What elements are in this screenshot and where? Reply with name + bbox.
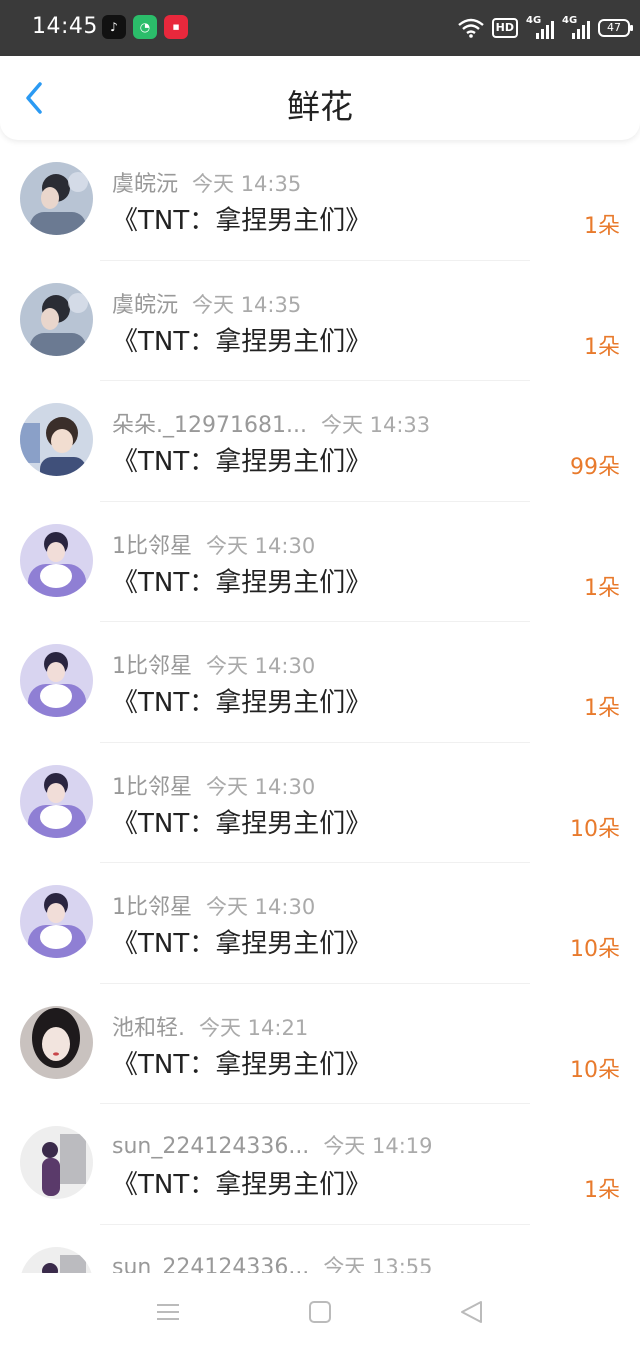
flower-count: 1朵 bbox=[584, 575, 620, 601]
list-item[interactable]: sun_224124336... 今天 13:55 bbox=[0, 1225, 640, 1274]
item-time: 今天 14:35 bbox=[192, 172, 302, 196]
item-time: 今天 14:33 bbox=[320, 413, 431, 437]
menu-button[interactable] bbox=[153, 1297, 183, 1327]
user-name[interactable]: 1比邻星 bbox=[112, 534, 192, 559]
list-item[interactable]: 虞皖沅 今天 14:35 《TNT：拿捏男主们》 1朵 bbox=[0, 261, 640, 381]
flower-count: 1朵 bbox=[584, 334, 620, 360]
item-time: 今天 14:30 bbox=[206, 533, 316, 558]
list-item[interactable]: sun_224124336... 今天 14:19 《TNT：拿捏男主们》 1朵 bbox=[0, 1104, 640, 1225]
page-title: 鲜花 bbox=[287, 87, 353, 126]
user-name[interactable]: 朵朵._12971681... bbox=[112, 413, 307, 438]
flower-count: 10朵 bbox=[570, 1057, 620, 1083]
list-item[interactable]: 朵朵._12971681... 今天 14:33 《TNT：拿捏男主们》 99朵 bbox=[0, 381, 640, 502]
menu-icon bbox=[157, 1304, 179, 1320]
tiktok-icon: ♪ bbox=[102, 15, 126, 39]
user-name[interactable]: 1比邻星 bbox=[112, 654, 192, 679]
list-item[interactable]: 1比邻星 今天 14:30 《TNT：拿捏男主们》 10朵 bbox=[0, 743, 640, 863]
user-name[interactable]: 虞皖沅 bbox=[112, 293, 178, 318]
app-red-icon: ■ bbox=[164, 15, 188, 39]
home-square-icon bbox=[309, 1301, 331, 1323]
wifi-icon bbox=[457, 18, 484, 38]
avatar[interactable] bbox=[20, 523, 93, 597]
avatar[interactable] bbox=[20, 282, 93, 356]
avatar[interactable] bbox=[20, 403, 93, 476]
avatar[interactable] bbox=[20, 1246, 93, 1273]
user-name[interactable]: 1比邻星 bbox=[112, 895, 192, 920]
flower-count: 1朵 bbox=[584, 1178, 620, 1203]
status-time: 14:45 bbox=[32, 14, 98, 39]
flower-count: 99朵 bbox=[570, 455, 620, 480]
avatar[interactable] bbox=[20, 1126, 93, 1199]
user-name[interactable]: 虞皖沅 bbox=[112, 172, 178, 197]
item-time: 今天 13:55 bbox=[323, 1254, 433, 1274]
avatar[interactable] bbox=[20, 885, 93, 958]
book-title: 《TNT：拿捏男主们》 bbox=[112, 808, 372, 839]
back-nav-button[interactable] bbox=[456, 1297, 486, 1327]
book-title: 《TNT：拿捏男主们》 bbox=[112, 326, 372, 357]
app-green-icon: ◔ bbox=[133, 15, 157, 39]
hd-icon: HD bbox=[491, 18, 518, 38]
list-item[interactable]: 池和轻. 今天 14:21 《TNT：拿捏男主们》 10朵 bbox=[0, 984, 640, 1104]
item-time: 今天 14:19 bbox=[323, 1134, 433, 1158]
flower-count: 1朵 bbox=[584, 214, 620, 239]
book-title: 《TNT：拿捏男主们》 bbox=[112, 929, 372, 959]
back-triangle-icon bbox=[461, 1301, 482, 1323]
battery-icon: 47 bbox=[598, 19, 633, 37]
item-time: 今天 14:30 bbox=[206, 774, 316, 799]
book-title: 《TNT：拿捏男主们》 bbox=[112, 688, 372, 718]
book-title: 《TNT：拿捏男主们》 bbox=[112, 206, 372, 236]
signal-icon-2: 4G bbox=[562, 15, 590, 39]
flower-count: 10朵 bbox=[570, 816, 620, 842]
flower-count: 1朵 bbox=[584, 696, 620, 721]
book-title: 《TNT：拿捏男主们》 bbox=[112, 1049, 372, 1080]
book-title: 《TNT：拿捏男主们》 bbox=[112, 567, 372, 598]
list-item[interactable]: 1比邻星 今天 14:30 《TNT：拿捏男主们》 1朵 bbox=[0, 622, 640, 743]
user-name[interactable]: 1比邻星 bbox=[112, 775, 192, 800]
avatar[interactable] bbox=[20, 764, 93, 838]
system-nav-bar bbox=[0, 1273, 640, 1351]
flower-count: 10朵 bbox=[570, 937, 620, 962]
avatar[interactable] bbox=[20, 644, 93, 717]
header: 鲜花 bbox=[0, 56, 640, 140]
home-button[interactable] bbox=[305, 1297, 335, 1327]
list-item[interactable]: 1比邻星 今天 14:30 《TNT：拿捏男主们》 1朵 bbox=[0, 502, 640, 622]
flower-list: 虞皖沅 今天 14:35 《TNT：拿捏男主们》 1朵 虞皖沅 今天 14:35 《… bbox=[0, 140, 640, 1273]
signal-icon: 4G bbox=[526, 15, 554, 39]
item-time: 今天 14:21 bbox=[199, 1015, 309, 1040]
avatar[interactable] bbox=[20, 1005, 93, 1079]
item-time: 今天 14:30 bbox=[206, 895, 316, 919]
status-bar: 14:45 ♪ ◔ ■ HD 4G 4G 47 bbox=[0, 0, 640, 56]
item-time: 今天 14:35 bbox=[192, 292, 302, 317]
item-time: 今天 14:30 bbox=[206, 654, 316, 678]
user-name[interactable]: sun_224124336... bbox=[112, 1134, 309, 1159]
book-title: 《TNT：拿捏男主们》 bbox=[112, 447, 372, 477]
user-name[interactable]: sun_224124336... bbox=[112, 1255, 309, 1274]
list-item[interactable]: 1比邻星 今天 14:30 《TNT：拿捏男主们》 10朵 bbox=[0, 863, 640, 984]
avatar[interactable] bbox=[20, 162, 93, 235]
book-title: 《TNT：拿捏男主们》 bbox=[112, 1170, 372, 1200]
list-item[interactable]: 虞皖沅 今天 14:35 《TNT：拿捏男主们》 1朵 bbox=[0, 140, 640, 261]
user-name[interactable]: 池和轻. bbox=[112, 1016, 185, 1041]
